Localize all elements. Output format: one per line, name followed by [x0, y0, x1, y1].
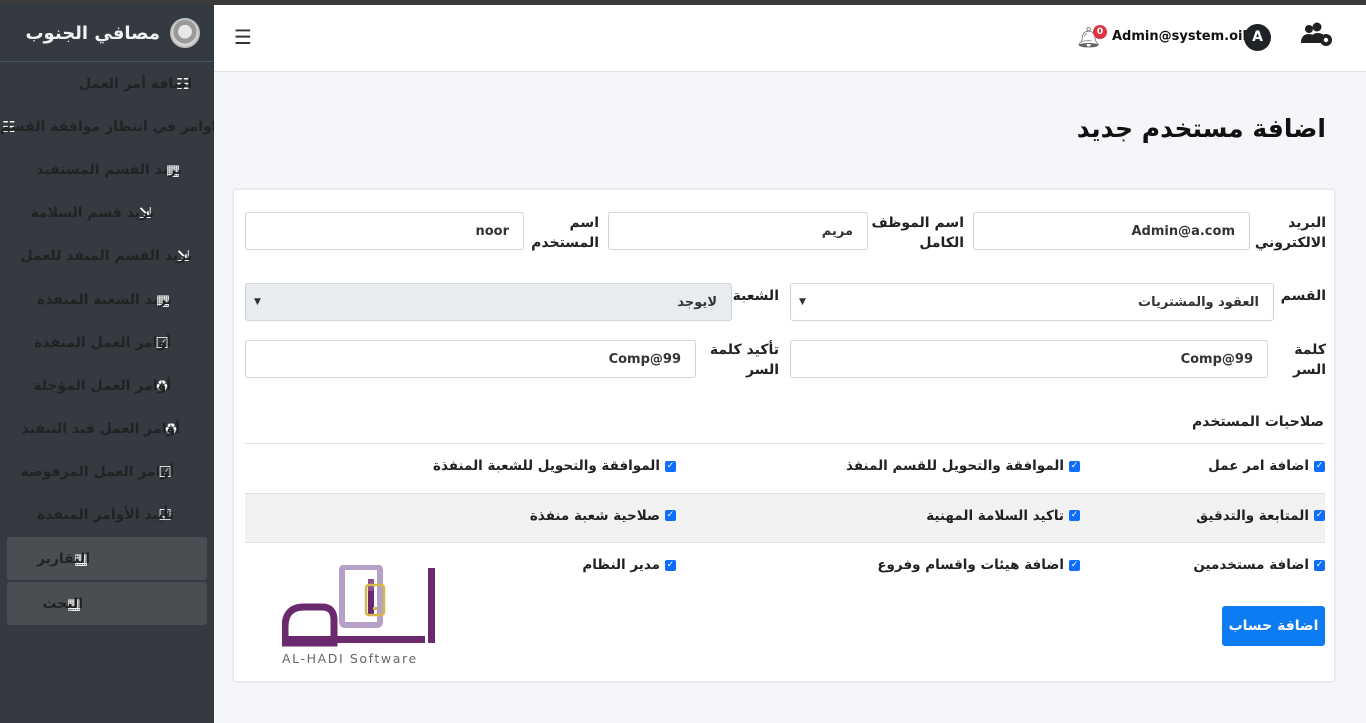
- perm-follow-audit[interactable]: المتابعة والتدقيق ✓: [1196, 508, 1325, 524]
- sidebar-item-confirm-completed[interactable]: تأييد الأوامر المنفذة ☑: [0, 494, 214, 537]
- sidebar-item-label: التقارير: [36, 550, 90, 567]
- perm-label: الموافقة والتحويل للقسم المنفذ: [846, 458, 1064, 474]
- sidebar-item-label: البحث: [42, 595, 83, 612]
- perm-label: اضافة هيئات واقسام وفروع: [877, 557, 1064, 573]
- password-label: كلمة السر: [1292, 342, 1326, 378]
- sidebar-item-label: بريد قسم السلامة: [30, 205, 154, 222]
- checkbox-checked[interactable]: ✓: [1069, 510, 1080, 521]
- perm-system-admin[interactable]: مدير النظام ✓: [582, 557, 676, 573]
- checkbox-checked[interactable]: ✓: [665, 510, 676, 521]
- checkbox-checked[interactable]: ✓: [1314, 460, 1325, 472]
- perm-branch-executor[interactable]: صلاحية شعبة منفذة ✓: [530, 508, 676, 524]
- al-hadi-logo-mark: [281, 564, 435, 647]
- perm-approve-to-branch[interactable]: الموافقة والتحويل للشعبة المنفذة ✓: [433, 458, 676, 474]
- hamburger-icon[interactable]: ☰: [234, 25, 252, 49]
- sidebar-item-label: أوامر العمل المرفوضة: [20, 464, 174, 481]
- branch-label: الشعبة: [732, 288, 779, 304]
- sidebar-item-label: أوامر العمل المنفذة: [34, 334, 171, 351]
- sidebar-item-beneficiary-mail[interactable]: بريد القسم المستفيد ▦: [0, 148, 214, 191]
- checkbox-checked[interactable]: ✓: [665, 460, 676, 472]
- chevron-down-icon: ▼: [799, 297, 806, 307]
- sidebar-item-executing-branch-mail[interactable]: بريد الشعبة المنفذة ▦: [0, 278, 214, 321]
- perm-safety-confirm[interactable]: تاكيد السلامة المهنية ✓: [926, 508, 1080, 524]
- sidebar-item-rejected-orders[interactable]: أوامر العمل المرفوضة ☑: [0, 451, 214, 494]
- brand-logo-icon: [170, 18, 200, 48]
- checkbox-checked[interactable]: ✓: [665, 559, 676, 571]
- brand[interactable]: مصافي الجنوب: [0, 5, 214, 62]
- chevron-down-icon: ▼: [254, 297, 261, 307]
- username-label: اسم المستخدم: [531, 215, 599, 251]
- branch-select[interactable]: ▼ لايوجد: [245, 283, 732, 321]
- perm-add-work-order[interactable]: اضافة امر عمل ✓: [1208, 458, 1325, 474]
- department-label: القسم: [1280, 288, 1326, 304]
- fullname-label: اسم الموظف الكامل: [871, 215, 965, 251]
- perm-label: اضافة امر عمل: [1208, 458, 1309, 474]
- sidebar-item-label: اضافة أمر العمل: [78, 75, 192, 92]
- sidebar-item-postponed-orders[interactable]: أوامر العمل المؤجلة ♻: [0, 364, 214, 407]
- perm-add-users[interactable]: اضافة مستخدمين ✓: [1193, 557, 1325, 573]
- username-field[interactable]: noor: [245, 212, 524, 250]
- perm-label: المتابعة والتدقيق: [1196, 507, 1309, 524]
- sidebar: مصافي الجنوب اضافة أمر العمل ☷ اوامر في …: [0, 5, 214, 723]
- sidebar-item-reports[interactable]: التقارير ▦: [7, 537, 207, 581]
- checkbox-checked[interactable]: ✓: [1069, 460, 1080, 472]
- perm-add-orgs[interactable]: اضافة هيئات واقسام وفروع ✓: [877, 557, 1080, 573]
- sidebar-item-pending-approval[interactable]: اوامر في انتظار موافقة القسم ☷: [0, 105, 214, 148]
- department-select[interactable]: ▼ العقود والمشتريات: [790, 283, 1274, 321]
- user-name[interactable]: Admin@system.oil: [1112, 29, 1247, 44]
- sidebar-item-label: بريد الشعبة المنفذة: [36, 291, 172, 308]
- al-hadi-logo: AL-HADI Software: [281, 564, 442, 669]
- sidebar-item-label: بريد القسم المستفيد: [36, 161, 182, 178]
- users-gear-icon[interactable]: [1300, 21, 1334, 55]
- confirm-password-label: تأكيد كلمة السر: [709, 342, 779, 378]
- perm-label: اضافة مستخدمين: [1193, 557, 1309, 573]
- password-field[interactable]: Comp@99: [790, 340, 1268, 378]
- add-account-button[interactable]: اضافة حساب: [1222, 606, 1325, 646]
- sidebar-item-label: أوامر العمل قيد التنفيذ: [21, 421, 180, 438]
- top-navbar: ☰ 🔔︎ 0 Admin@system.oil A: [214, 5, 1366, 72]
- perm-approve-to-dept[interactable]: الموافقة والتحويل للقسم المنفذ ✓: [846, 458, 1080, 474]
- department-selected: العقود والمشتريات: [1138, 294, 1259, 310]
- sidebar-item-completed-orders[interactable]: أوامر العمل المنفذة ☑: [0, 321, 214, 364]
- branch-selected: لايوجد: [677, 294, 717, 310]
- fullname-field[interactable]: مريم: [608, 212, 868, 250]
- page-title: اضافة مستخدم جديد: [1076, 114, 1326, 143]
- sidebar-item-search[interactable]: البحث ▦: [7, 582, 207, 626]
- sidebar-item-label: أوامر العمل المؤجلة: [33, 377, 171, 394]
- perm-label: تاكيد السلامة المهنية: [926, 507, 1064, 524]
- sidebar-nav: اضافة أمر العمل ☷ اوامر في انتظار موافقة…: [0, 62, 214, 626]
- permissions-row: اضافة امر عمل ✓ الموافقة والتحويل للقسم …: [245, 443, 1325, 493]
- logo-caption: AL-HADI Software: [282, 651, 418, 666]
- sidebar-item-label: تأييد الأوامر المنفذة: [36, 507, 174, 524]
- avatar[interactable]: A: [1244, 24, 1271, 51]
- sidebar-item-label: بريد القسم المنفذ للعمل: [20, 248, 192, 265]
- checkbox-checked[interactable]: ✓: [1314, 559, 1325, 571]
- sidebar-item-label: اوامر في انتظار موافقة القسم: [0, 118, 214, 135]
- sidebar-item-safety-mail[interactable]: بريد قسم السلامة ⇲: [0, 192, 214, 235]
- sidebar-item-add-work-order[interactable]: اضافة أمر العمل ☷: [0, 62, 214, 105]
- notification-badge: 0: [1093, 25, 1107, 39]
- sidebar-item-executing-dept-mail[interactable]: بريد القسم المنفذ للعمل ⇲: [0, 235, 214, 278]
- perm-label: مدير النظام: [582, 557, 660, 573]
- permissions-row: المتابعة والتدقيق ✓ تاكيد السلامة المهني…: [245, 492, 1325, 542]
- email-label: البريد الالكتروني: [1254, 215, 1326, 251]
- email-field[interactable]: Admin@a.com: [973, 212, 1250, 250]
- perm-label: صلاحية شعبة منفذة: [529, 507, 660, 524]
- permissions-title: صلاحيات المستخدم: [1191, 414, 1324, 430]
- confirm-password-field[interactable]: Comp@99: [245, 340, 696, 378]
- checkbox-checked[interactable]: ✓: [1314, 510, 1325, 521]
- sidebar-item-in-progress-orders[interactable]: أوامر العمل قيد التنفيذ ♻: [0, 408, 214, 451]
- brand-name: مصافي الجنوب: [25, 22, 160, 44]
- checkbox-checked[interactable]: ✓: [1069, 559, 1080, 571]
- perm-label: الموافقة والتحويل للشعبة المنفذة: [433, 458, 660, 474]
